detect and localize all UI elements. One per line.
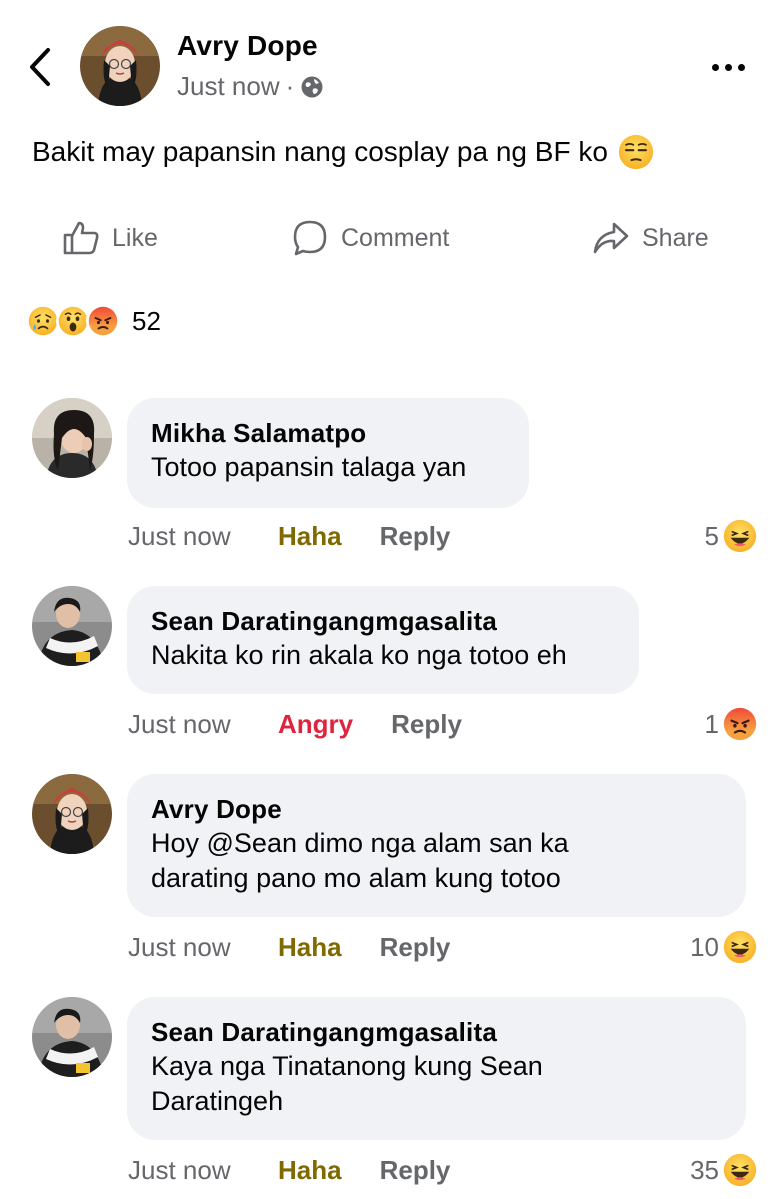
comment-reaction-count[interactable]: 1 xyxy=(705,704,757,744)
comment-text: Kaya nga Tinatanong kung Sean Daratingeh xyxy=(151,1051,543,1116)
reply-button[interactable]: Reply xyxy=(380,932,451,963)
comment-bubble[interactable]: Sean Daratingangmgasalita Kaya nga Tinat… xyxy=(127,997,746,1140)
post-header: Avry Dope Just now · xyxy=(0,0,777,120)
comment-avatar[interactable] xyxy=(32,398,112,478)
comment-text: Hoy @Sean dimo nga alam san ka darating … xyxy=(151,828,569,893)
comment-meta: Just now Haha Reply xyxy=(128,516,450,556)
more-dot-icon xyxy=(737,63,745,71)
post-text: Bakit may papansin nang cosplay pa ng BF… xyxy=(32,134,654,170)
reactions-summary[interactable]: 52 xyxy=(26,304,161,338)
post-time[interactable]: Just now xyxy=(177,71,280,102)
like-button[interactable]: Like xyxy=(62,210,158,266)
comment-reaction-label[interactable]: Haha xyxy=(278,932,342,963)
globe-icon xyxy=(301,76,323,97)
haha-reaction-icon xyxy=(723,930,757,964)
like-label: Like xyxy=(112,223,158,252)
comment-time: Just now xyxy=(128,931,231,962)
comment-count-value: 1 xyxy=(704,708,719,739)
author-avatar[interactable] xyxy=(80,26,160,106)
post-meta: Just now · xyxy=(177,71,324,102)
comment-meta: Just now Angry Reply xyxy=(128,704,462,744)
comment-author[interactable]: Sean Daratingangmgasalita xyxy=(151,1015,722,1049)
reply-button[interactable]: Reply xyxy=(380,521,451,552)
comment-bubble[interactable]: Mikha Salamatpo Totoo papansin talaga ya… xyxy=(127,398,529,508)
comment-bubble-icon xyxy=(293,220,327,256)
share-label: Share xyxy=(642,223,709,252)
comment-text: Totoo papansin talaga yan xyxy=(151,452,467,482)
comment-author[interactable]: Sean Daratingangmgasalita xyxy=(151,604,615,638)
angry-reaction-icon xyxy=(86,304,120,338)
post-actions-bar: Like Comment Share xyxy=(0,210,777,266)
comment-time: Just now xyxy=(128,708,231,739)
post-text-content: Bakit may papansin nang cosplay pa ng BF… xyxy=(32,136,608,167)
comment-count-value: 5 xyxy=(704,520,719,551)
reply-button[interactable]: Reply xyxy=(380,1155,451,1186)
comment-reaction-label[interactable]: Haha xyxy=(278,521,342,552)
reaction-count: 52 xyxy=(132,305,161,336)
comment-button[interactable]: Comment xyxy=(291,210,449,266)
more-dot-icon xyxy=(724,63,732,71)
chevron-left-icon xyxy=(30,48,50,86)
comment-time: Just now xyxy=(128,1154,231,1185)
back-button[interactable] xyxy=(22,44,62,90)
sad-reaction-icon xyxy=(26,304,60,338)
comment-text: Nakita ko rin akala ko nga totoo eh xyxy=(151,640,567,670)
comment-avatar[interactable] xyxy=(32,586,112,666)
more-dot-icon xyxy=(711,63,719,71)
haha-reaction-icon xyxy=(723,519,757,553)
comment-reaction-label[interactable]: Angry xyxy=(278,709,353,740)
comment-author[interactable]: Mikha Salamatpo xyxy=(151,416,505,450)
comment-avatar[interactable] xyxy=(32,997,112,1077)
comment-count-value: 35 xyxy=(690,1154,719,1185)
comment-bubble[interactable]: Sean Daratingangmgasalita Nakita ko rin … xyxy=(127,586,639,694)
meta-separator: · xyxy=(285,71,295,101)
thumbs-up-icon xyxy=(63,221,99,255)
comment-reaction-count[interactable]: 5 xyxy=(705,516,757,556)
comment-reaction-count[interactable]: 10 xyxy=(690,927,757,967)
comment-time: Just now xyxy=(128,520,231,551)
comment-avatar[interactable] xyxy=(32,774,112,854)
comment-label: Comment xyxy=(341,223,450,252)
unamused-emoji-icon xyxy=(618,134,654,170)
comment-count-value: 10 xyxy=(690,931,719,962)
comment-meta: Just now Haha Reply xyxy=(128,1150,450,1190)
comment-meta: Just now Haha Reply xyxy=(128,927,450,967)
haha-reaction-icon xyxy=(723,1153,757,1187)
comment-reaction-count[interactable]: 35 xyxy=(690,1150,757,1190)
comment-reaction-label[interactable]: Haha xyxy=(278,1155,342,1186)
comment-author[interactable]: Avry Dope xyxy=(151,792,722,826)
wow-reaction-icon xyxy=(56,304,90,338)
reply-button[interactable]: Reply xyxy=(391,709,462,740)
share-arrow-icon xyxy=(593,222,629,254)
angry-reaction-icon xyxy=(723,707,757,741)
more-options-button[interactable] xyxy=(700,55,756,79)
comment-bubble[interactable]: Avry Dope Hoy @Sean dimo nga alam san ka… xyxy=(127,774,746,917)
share-button[interactable]: Share xyxy=(592,210,709,266)
author-name[interactable]: Avry Dope xyxy=(177,30,318,62)
